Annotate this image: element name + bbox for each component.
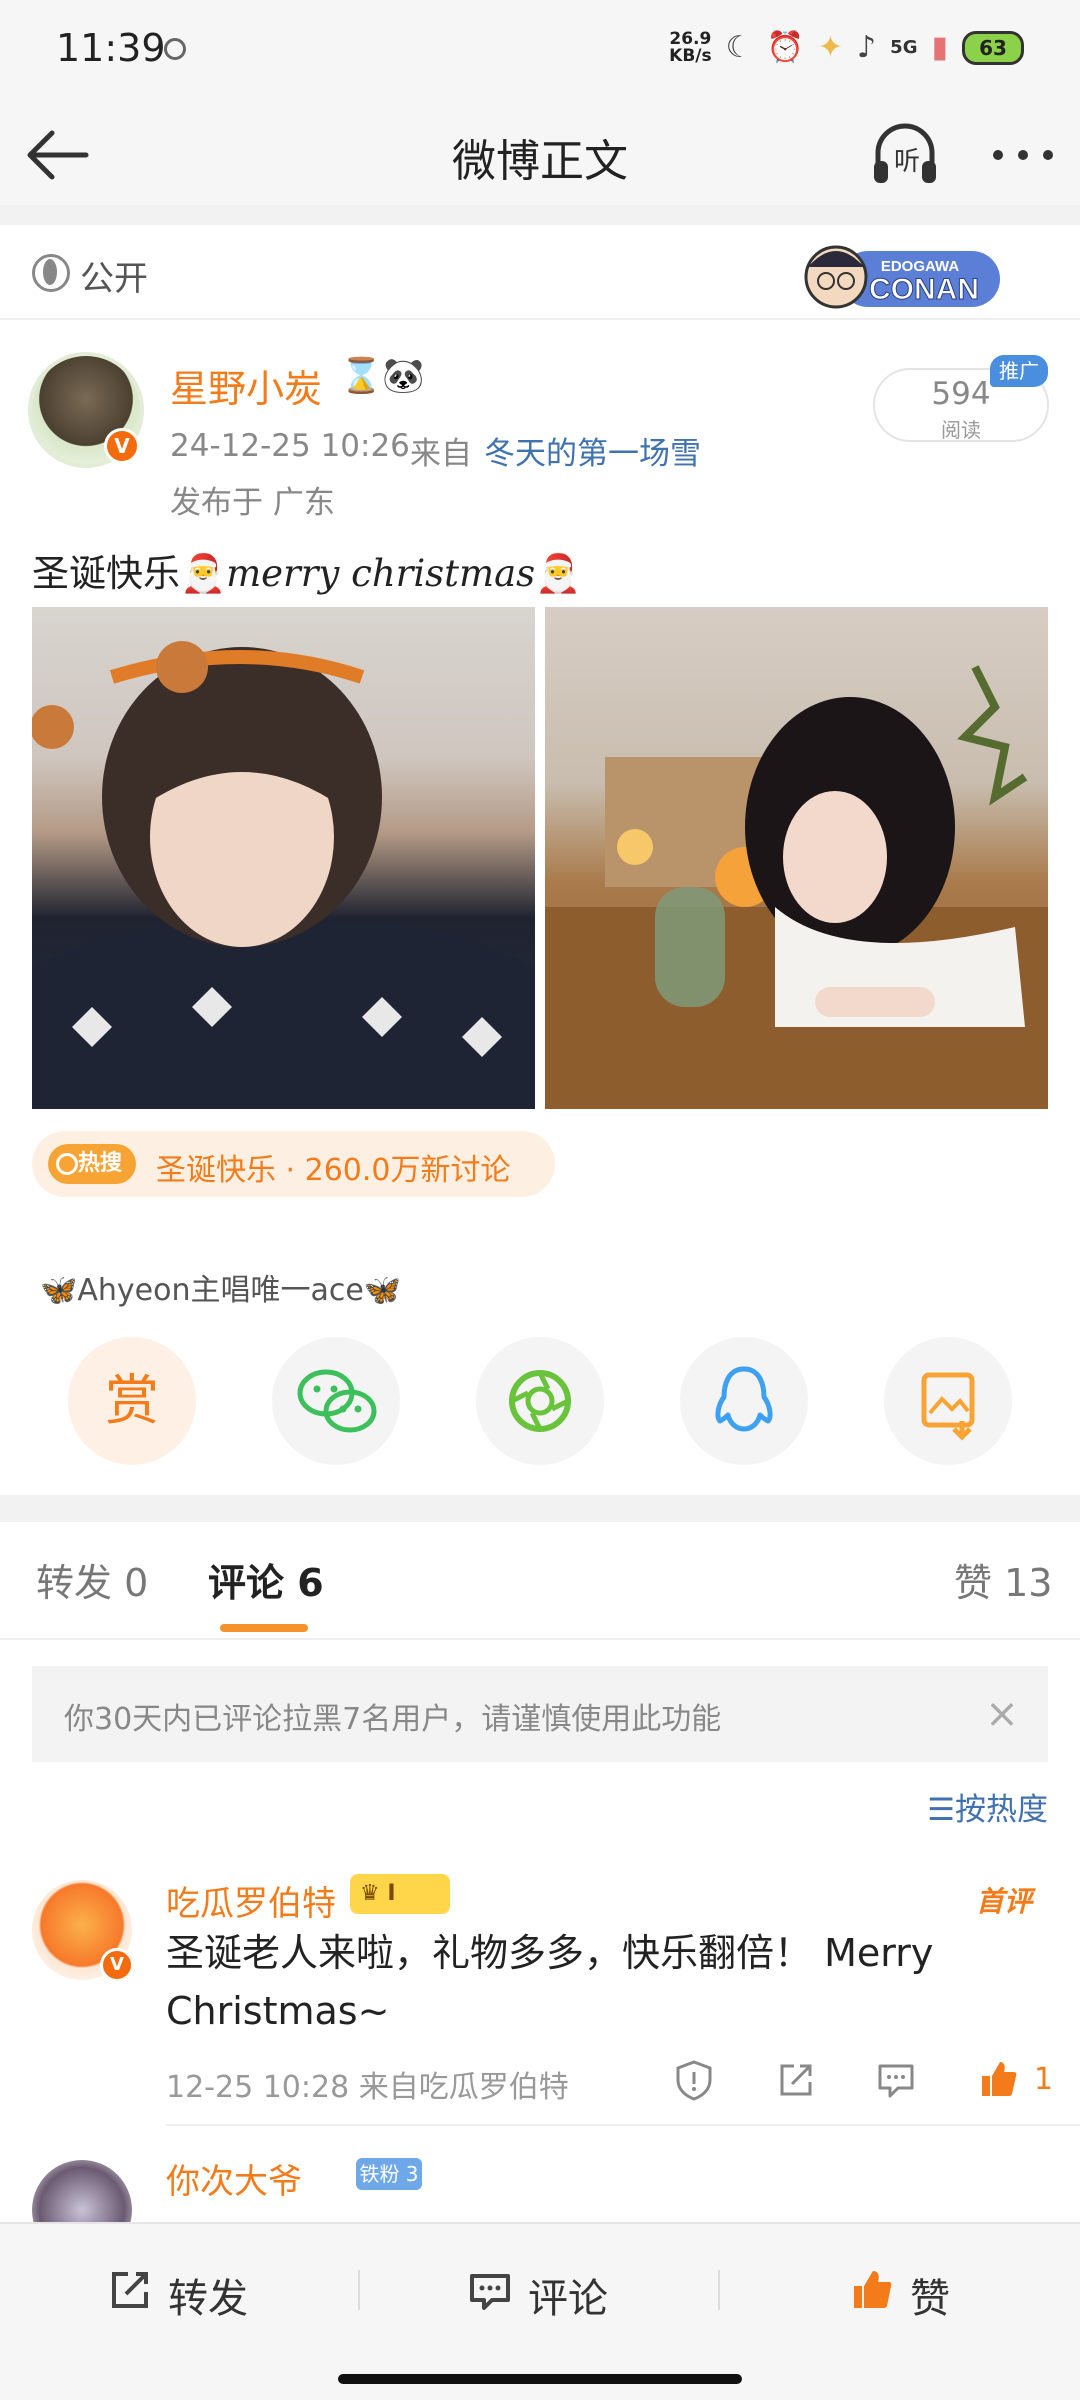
visibility-label: 公开	[80, 259, 148, 299]
sparkle-icon: ✦	[817, 30, 844, 65]
share-wechat-button[interactable]	[272, 1337, 400, 1465]
block-notice: 你30天内已评论拉黑7名用户，请谨慎使用此功能 ×	[32, 1666, 1048, 1762]
repost-label: 转发	[168, 2276, 248, 2322]
notice-text: 你30天内已评论拉黑7名用户，请谨慎使用此功能	[64, 1702, 722, 1737]
save-image-button[interactable]	[884, 1337, 1012, 1465]
qq-penguin-icon	[715, 1366, 773, 1432]
reward-icon: 赏	[105, 1369, 159, 1432]
tab-repost[interactable]: 转发 0	[36, 1552, 148, 1607]
comment-like-count: 1	[1034, 2062, 1054, 2097]
vibrate-icon: ♪	[857, 30, 877, 65]
comment-text: 圣诞老人来啦，礼物多多，快乐翻倍！ Merry Christmas~	[166, 1931, 934, 2033]
promote-tag[interactable]: 推广	[990, 355, 1048, 387]
back-arrow-icon	[27, 130, 89, 180]
svg-text:CONAN: CONAN	[869, 273, 979, 306]
active-tab-indicator	[220, 1624, 308, 1632]
signal-icon: ▮	[931, 30, 948, 65]
post-source-link[interactable]: 冬天的第一场雪	[484, 428, 701, 473]
post-time: 24-12-25 10:26	[170, 428, 410, 464]
comments-section: 转发 0 评论 6 赞 13 你30天内已评论拉黑7名用户，请谨慎使用此功能 ×…	[0, 1522, 1080, 2260]
comment-meta: 12-25 10:28 来自吃瓜罗伯特	[166, 2070, 569, 2105]
divider	[166, 2124, 1080, 2126]
tab-likes[interactable]: 赞 13	[954, 1552, 1052, 1607]
hot-search-badge: 热搜	[48, 1144, 136, 1184]
network-type: 5G	[890, 37, 918, 58]
status-time: 11:39	[56, 26, 166, 70]
like-label: 赞	[910, 2276, 950, 2322]
do-not-disturb-icon: ☾	[725, 30, 753, 65]
share-moments-button[interactable]	[476, 1337, 604, 1465]
bottom-action-bar: 转发 评论 赞	[0, 2222, 1080, 2400]
more-dots-icon	[993, 150, 1053, 160]
share-icon[interactable]	[774, 2058, 818, 2102]
sort-icon: ☰	[927, 1792, 955, 1828]
post-text: 圣诞快乐🎅merry christmas🎅	[32, 552, 582, 595]
verified-badge: V	[100, 1948, 134, 1982]
conan-decoration-badge: EDOGAWA CONAN	[804, 245, 1000, 309]
author-name[interactable]: 星野小炭	[170, 358, 322, 413]
report-icon[interactable]	[672, 2058, 716, 2102]
sort-by-hot-button[interactable]: ☰按热度	[927, 1784, 1048, 1829]
comment-button[interactable]: 评论	[360, 2224, 720, 2354]
net-speed: 26.9 KB/s	[669, 28, 712, 66]
author-name-emoji: ⌛🐼	[340, 356, 425, 396]
alarm-icon: ⏰	[766, 30, 804, 65]
comment-author-name[interactable]: 你次大爷	[166, 2154, 302, 2203]
back-button[interactable]	[22, 123, 92, 187]
listen-button[interactable]: 听	[870, 121, 940, 187]
visibility-row: 公开 EDOGAWA CONAN	[0, 225, 1080, 320]
listen-label: 听	[894, 147, 921, 177]
hot-topic-link[interactable]: 热搜 圣诞快乐 · 260.0万新讨论	[32, 1131, 555, 1197]
save-image-icon	[921, 1372, 975, 1441]
comment-label: 评论	[528, 2276, 608, 2322]
share-qq-button[interactable]	[680, 1337, 808, 1465]
globe-icon	[32, 254, 70, 292]
moments-icon	[509, 1370, 571, 1432]
reply-icon[interactable]	[874, 2058, 918, 2102]
repost-icon	[112, 2272, 148, 2308]
tab-comments[interactable]: 评论 6	[208, 1552, 324, 1607]
battery-icon: 63	[962, 30, 1024, 65]
post-card: 公开 EDOGAWA CONAN V 星野小炭 ⌛🐼 24-12-25 10:2…	[0, 225, 1080, 1495]
like-icon[interactable]	[976, 2058, 1020, 2102]
wechat-icon	[297, 1369, 377, 1433]
source-prefix: 来自	[410, 436, 472, 472]
more-button[interactable]	[988, 125, 1058, 185]
read-label: 阅读	[941, 418, 981, 442]
home-indicator[interactable]	[338, 2374, 742, 2384]
photo-illustration	[32, 641, 535, 1109]
sort-label: 按热度	[955, 1792, 1048, 1828]
like-icon	[854, 2271, 892, 2308]
notification-icon	[164, 38, 186, 60]
reward-button[interactable]: 赏	[68, 1337, 196, 1465]
divider	[0, 1638, 1080, 1640]
first-comment-tag: 首评	[976, 1885, 1033, 1918]
close-icon[interactable]: ×	[974, 1686, 1030, 1742]
post-photo-2[interactable]	[545, 607, 1048, 1109]
verified-badge: V	[104, 428, 140, 464]
like-button[interactable]: 赞	[720, 2224, 1080, 2354]
status-icons: 26.9 KB/s ☾ ⏰ ✦ ♪ 5G ▮ 63	[669, 30, 1024, 65]
hot-topic-text: 圣诞快乐 · 260.0万新讨论	[156, 1153, 511, 1188]
post-photo-1[interactable]	[32, 607, 535, 1109]
repost-button[interactable]: 转发	[0, 2224, 360, 2354]
post-location: 发布于 广东	[170, 485, 335, 521]
nav-bar: 微博正文 听	[0, 105, 1080, 205]
status-bar: 11:39 26.9 KB/s ☾ ⏰ ✦ ♪ 5G ▮ 63	[0, 0, 1080, 105]
reward-label: 🦋Ahyeon主唱唯一ace🦋	[40, 1273, 402, 1308]
photo-illustration	[545, 665, 1048, 1109]
crown-level-badge: ♛ I	[350, 1874, 450, 1914]
comment-author-name[interactable]: 吃瓜罗伯特	[166, 1876, 336, 1925]
fan-level-badge: 铁粉 3	[356, 2158, 422, 2190]
comment-icon	[470, 2274, 510, 2310]
